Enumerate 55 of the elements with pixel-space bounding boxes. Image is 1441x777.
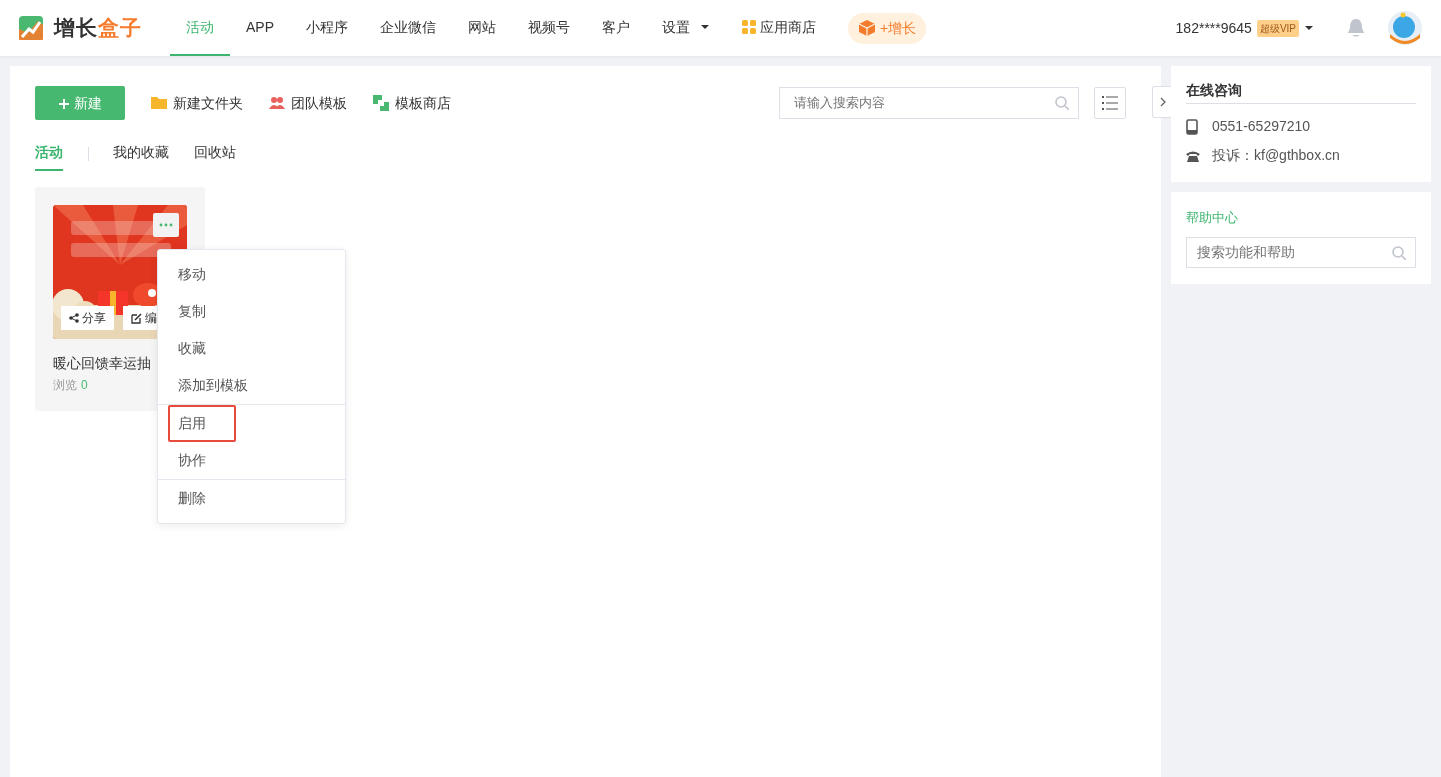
edit-icon <box>131 312 142 324</box>
share-button[interactable]: 分享 <box>61 306 114 330</box>
share-icon <box>69 313 79 323</box>
nav-link[interactable]: 小程序 <box>290 0 364 56</box>
logo-icon <box>18 15 44 41</box>
search-field[interactable]: 请输入搜索内容 <box>779 87 1079 119</box>
toolbar-link[interactable]: 新建文件夹 <box>151 92 243 114</box>
vip-badge: 超级VIP <box>1256 19 1299 37</box>
nav-link[interactable]: 企业微信 <box>364 0 452 56</box>
toolbar-link[interactable]: 模板商店 <box>373 92 451 114</box>
menu-item[interactable]: 删除 <box>158 480 345 517</box>
views-label: 浏览 <box>53 378 77 392</box>
folder-icon <box>151 95 167 111</box>
tab[interactable]: 回收站 <box>194 142 236 171</box>
caret-icon <box>1305 26 1313 30</box>
avatar[interactable] <box>1387 10 1423 46</box>
panel-title: 在线咨询 <box>1186 80 1416 104</box>
phone-number: 0551-65297210 <box>1212 117 1311 136</box>
nav-link[interactable]: 网站 <box>452 0 512 56</box>
box-icon <box>858 19 876 37</box>
menu-item[interactable]: 移动 <box>158 256 345 293</box>
card-title: 暖心回馈幸运抽 <box>53 354 151 373</box>
phone-icon <box>1186 118 1198 135</box>
views-count: 0 <box>81 378 88 392</box>
user-phone[interactable]: 182****9645 <box>1175 17 1252 39</box>
menu-item[interactable]: 添加到模板 <box>158 367 345 404</box>
search-icon <box>1055 96 1069 110</box>
chevron-right-icon <box>1159 97 1166 107</box>
more-button[interactable] <box>153 213 179 237</box>
grid-icon <box>742 20 756 34</box>
nav-link[interactable]: 设置 <box>646 0 726 56</box>
toolbar-link[interactable]: 团队模板 <box>269 92 347 114</box>
nav-link[interactable]: 客户 <box>586 0 646 56</box>
tab[interactable]: 我的收藏 <box>113 142 169 171</box>
more-icon <box>159 223 173 227</box>
nav-link[interactable]: APP <box>230 0 290 56</box>
menu-item[interactable]: 协作 <box>158 442 345 479</box>
list-view-button[interactable] <box>1094 87 1126 119</box>
bell-icon[interactable] <box>1347 18 1365 38</box>
squares-icon <box>373 95 389 111</box>
menu-item[interactable]: 收藏 <box>158 330 345 367</box>
panel-title: 帮助中心 <box>1186 209 1239 227</box>
collapse-button[interactable] <box>1152 86 1172 118</box>
search-icon <box>1392 245 1406 260</box>
people-icon <box>269 95 285 111</box>
nav-link[interactable]: 应用商店 <box>726 0 832 56</box>
nav-link[interactable]: 视频号 <box>512 0 586 56</box>
help-search-field[interactable]: 搜索功能和帮助 <box>1186 236 1416 268</box>
telephone-icon <box>1186 149 1200 162</box>
complaint-email: 投诉：kf@gthbox.cn <box>1212 146 1340 165</box>
logo-text: 增长盒子 <box>54 15 142 42</box>
plus-icon <box>58 98 69 109</box>
caret-icon <box>700 24 710 30</box>
list-icon <box>1102 95 1118 111</box>
menu-item[interactable]: 启用 <box>168 405 236 442</box>
